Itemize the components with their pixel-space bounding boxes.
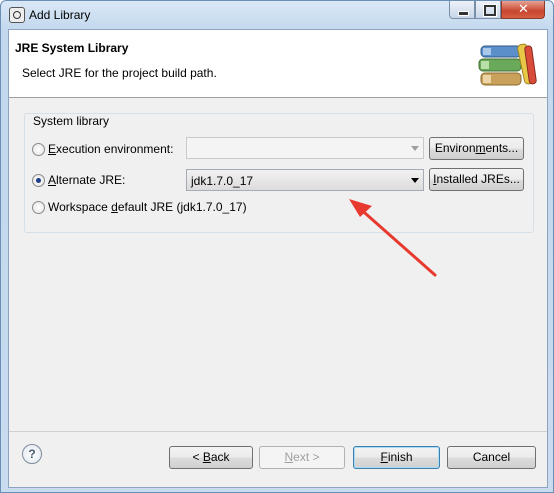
library-books-icon — [478, 43, 537, 86]
next-button[interactable]: Next > — [259, 446, 345, 469]
execution-environment-label[interactable]: Execution environment: — [48, 142, 173, 156]
wizard-header: JRE System Library Select JRE for the pr… — [9, 30, 547, 98]
alternate-jre-value: jdk1.7.0_17 — [191, 174, 254, 188]
alternate-jre-combo[interactable]: jdk1.7.0_17 — [186, 169, 424, 191]
add-library-dialog: Add Library ✕ JRE System Library Select … — [0, 0, 554, 493]
workspace-default-jre-label[interactable]: Workspace default JRE (jdk1.7.0_17) — [48, 200, 247, 214]
environments-button[interactable]: Environments... — [429, 137, 524, 160]
help-button[interactable]: ? — [22, 444, 42, 464]
finish-button[interactable]: Finish — [353, 446, 440, 469]
page-description: Select JRE for the project build path. — [22, 66, 217, 80]
eclipse-icon — [9, 7, 25, 23]
footer-separator — [9, 431, 547, 432]
title-bar[interactable]: Add Library ✕ — [1, 1, 553, 29]
close-button[interactable]: ✕ — [501, 1, 545, 19]
cancel-button[interactable]: Cancel — [447, 446, 536, 469]
window-title: Add Library — [29, 8, 91, 22]
maximize-button[interactable] — [475, 1, 501, 19]
back-button[interactable]: < Back — [169, 446, 253, 469]
execution-environment-combo[interactable] — [186, 137, 424, 159]
installed-jres-button[interactable]: Installed JREs... — [429, 168, 524, 191]
page-title: JRE System Library — [15, 41, 129, 55]
minimize-button[interactable] — [449, 1, 475, 19]
close-icon: ✕ — [518, 2, 529, 17]
maximize-icon — [483, 4, 497, 17]
alternate-jre-label[interactable]: Alternate JRE: — [48, 173, 125, 187]
alternate-jre-radio[interactable] — [32, 174, 45, 187]
chevron-down-icon — [411, 146, 419, 151]
system-library-label: System library — [30, 114, 113, 128]
chevron-down-icon — [411, 178, 419, 183]
minimize-icon — [458, 11, 469, 16]
dialog-body: JRE System Library Select JRE for the pr… — [8, 29, 548, 488]
workspace-default-jre-radio[interactable] — [32, 201, 45, 214]
execution-environment-radio[interactable] — [32, 143, 45, 156]
